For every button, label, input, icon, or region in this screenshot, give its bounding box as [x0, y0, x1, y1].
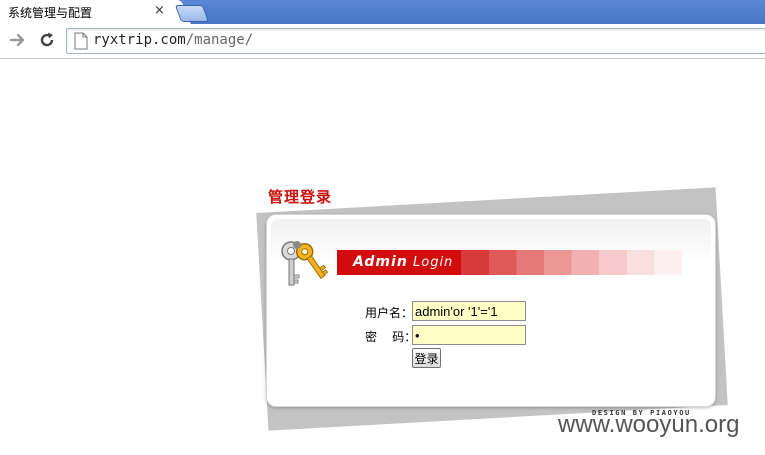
- browser-toolbar: ryxtrip.com/manage/: [0, 24, 765, 59]
- watermark: www.wooyun.org: [558, 411, 740, 438]
- reload-icon[interactable]: [37, 30, 57, 50]
- tab-title: 系统管理与配置: [8, 6, 93, 20]
- admin-login-banner: Admin Login: [337, 250, 682, 275]
- password-label: 密 码：: [365, 330, 417, 344]
- username-field[interactable]: [412, 301, 526, 321]
- banner-login-text: Login: [413, 255, 454, 270]
- address-bar[interactable]: ryxtrip.com/manage/: [66, 28, 765, 54]
- login-button[interactable]: 登录: [412, 348, 441, 368]
- close-icon[interactable]: ×: [154, 3, 165, 18]
- url-path: /manage/: [185, 32, 254, 48]
- banner-admin-text: Admin: [353, 254, 408, 270]
- login-card: Admin Login 用户名： 密 码： 登录: [266, 214, 716, 407]
- page-icon: [73, 32, 89, 50]
- username-label: 用户名：: [365, 306, 414, 320]
- page-title: 管理登录: [268, 188, 333, 206]
- new-tab-button[interactable]: [174, 5, 210, 22]
- password-field[interactable]: [412, 325, 526, 345]
- keys-icon: [277, 237, 329, 289]
- tab-strip: 系统管理与配置 ×: [0, 0, 765, 24]
- url-host: ryxtrip.com: [93, 32, 186, 48]
- url-text: ryxtrip.com/manage/: [93, 32, 253, 48]
- forward-arrow-icon[interactable]: [8, 30, 28, 50]
